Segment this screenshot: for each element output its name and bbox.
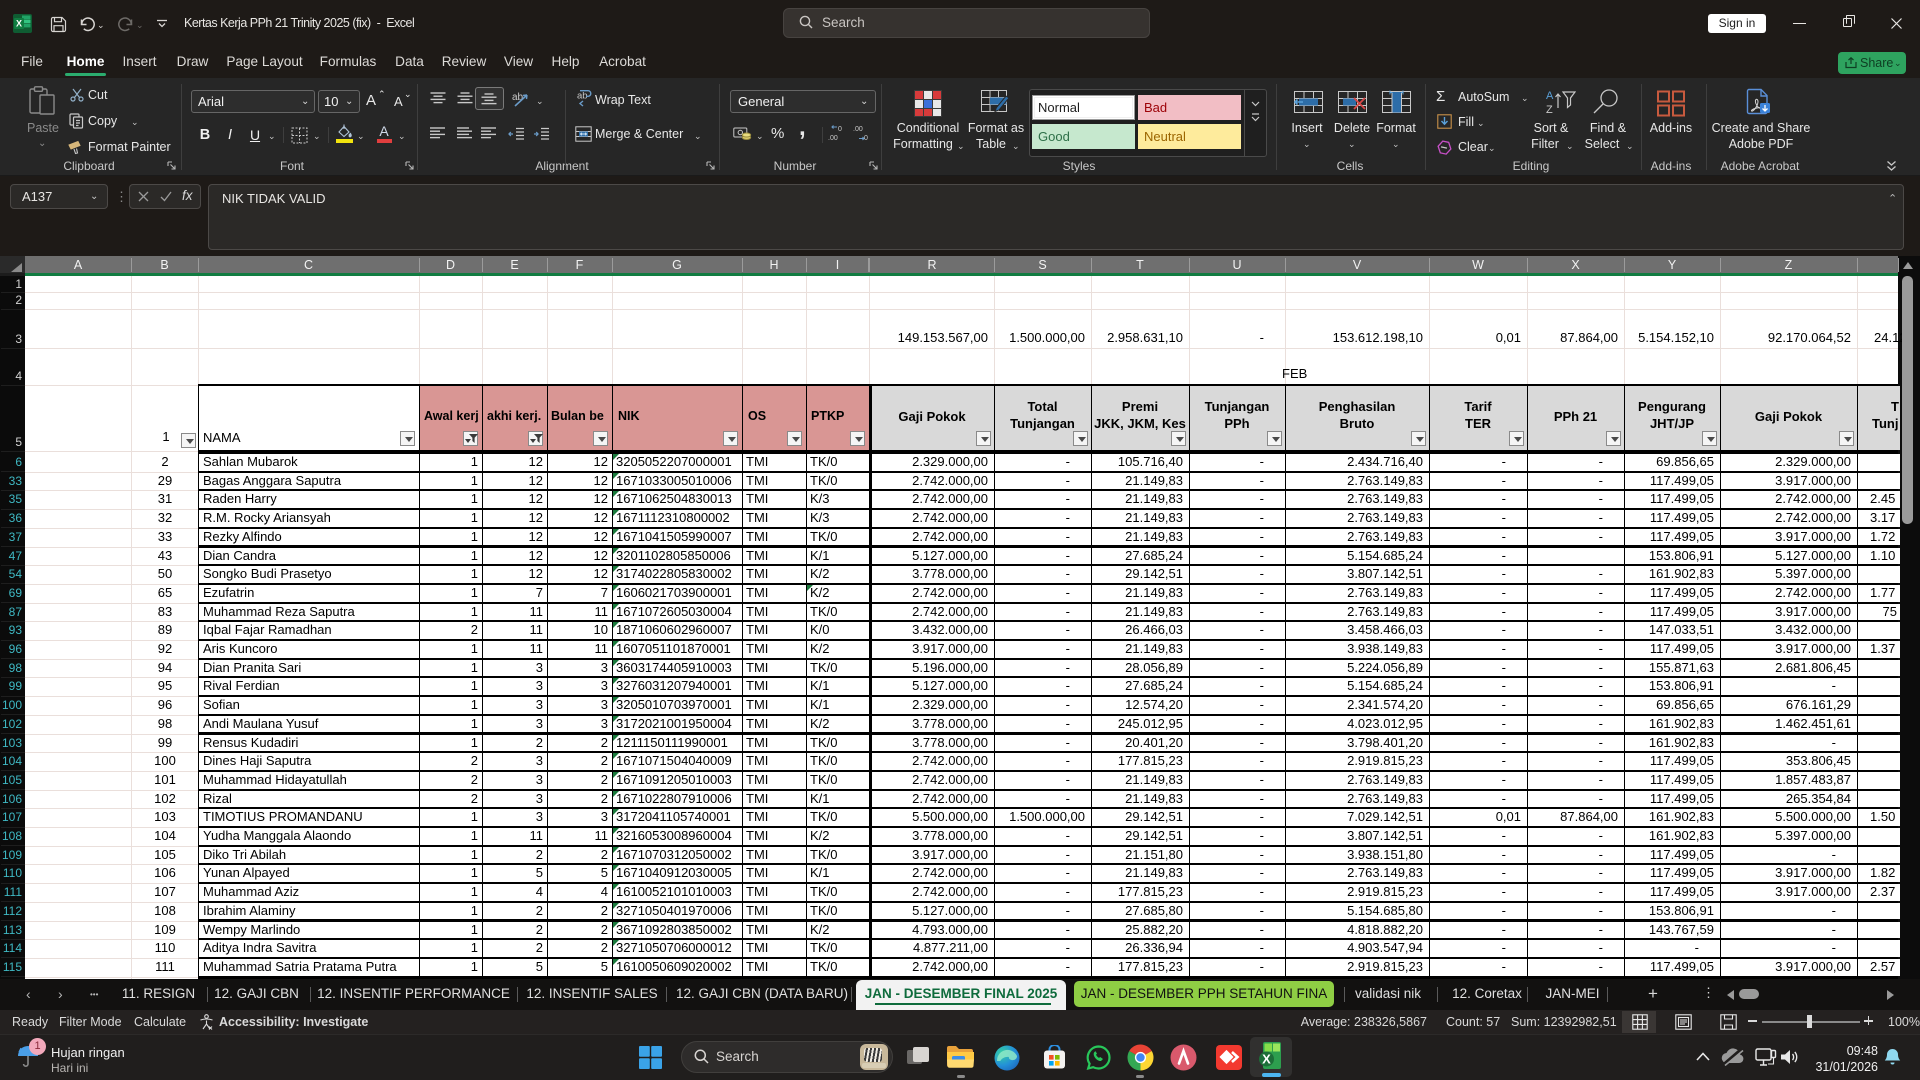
svg-text:.00: .00 (828, 135, 838, 142)
svg-text:X: X (1262, 1052, 1271, 1067)
svg-text:0: 0 (838, 126, 842, 133)
svg-text:X: X (16, 19, 22, 29)
svg-text:ab: ab (512, 92, 524, 103)
svg-text:Z: Z (1546, 104, 1553, 116)
svg-text:ab: ab (577, 91, 588, 102)
svg-text:.00: .00 (853, 126, 863, 133)
svg-text:A: A (1546, 90, 1554, 102)
